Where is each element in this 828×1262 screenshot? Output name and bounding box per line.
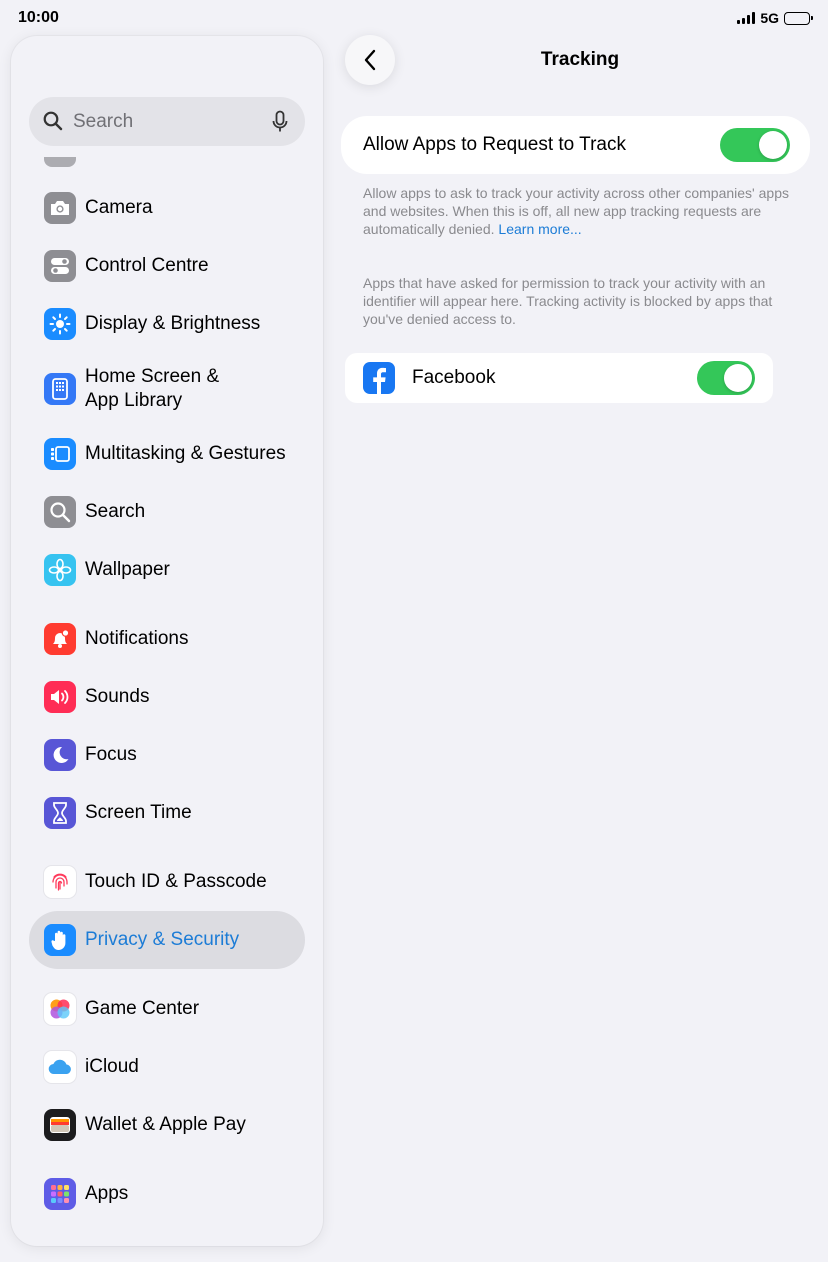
sidebar-item-label: Sounds (85, 686, 150, 707)
sidebar-item-control-centre[interactable]: Control Centre (29, 237, 305, 295)
sidebar-item-wallpaper[interactable]: Wallpaper (29, 541, 305, 599)
camera-icon (44, 192, 76, 224)
sidebar-item-notifications[interactable]: Notifications (29, 610, 305, 668)
toggle-knob (724, 364, 752, 392)
sidebar-item-home-screen[interactable]: Home Screen & App Library (29, 353, 305, 425)
facebook-tracking-toggle[interactable] (697, 361, 755, 395)
sidebar-item-label: Apps (85, 1183, 129, 1204)
sidebar-item-privacy-security[interactable]: Privacy & Security (29, 911, 305, 969)
allow-tracking-toggle[interactable] (720, 128, 790, 162)
sun-icon (44, 308, 76, 340)
network-type: 5G (760, 10, 779, 26)
flower-icon (44, 554, 76, 586)
sidebar-item-label: Wallet & Apple Pay (85, 1114, 246, 1135)
chevron-left-icon (364, 49, 376, 71)
sidebar-item-label: iCloud (85, 1056, 139, 1077)
sidebar-item-wallet[interactable]: Wallet & Apple Pay (29, 1096, 305, 1154)
page-title: Tracking (540, 49, 620, 70)
hourglass-icon (44, 797, 76, 829)
allow-tracking-footnote: Allow apps to ask to track your activity… (363, 184, 793, 238)
sidebar-item-label: Touch ID & Passcode (85, 871, 267, 892)
moon-icon (44, 739, 76, 771)
sidebar-item-touch-id[interactable]: Touch ID & Passcode (29, 853, 305, 911)
sidebar-item-label: Game Center (85, 998, 200, 1019)
game-center-icon (44, 993, 76, 1025)
sidebar-item-label: Focus (85, 744, 137, 765)
search-field[interactable]: Search (29, 97, 305, 146)
battery-icon (784, 11, 813, 25)
sidebar-item-label: Privacy & Security (85, 929, 240, 950)
sidebar-item-game-center[interactable]: Game Center (29, 980, 305, 1038)
clipped-row-icon (44, 157, 76, 167)
status-bar: 10:00 5G (0, 0, 828, 36)
sidebar-item-label-line2: App Library (85, 390, 183, 411)
signal-icon (737, 12, 756, 24)
allow-tracking-label: Allow Apps to Request to Track (363, 134, 626, 155)
apps-footnote: Apps that have asked for permission to t… (363, 275, 773, 327)
microphone-icon[interactable] (272, 110, 288, 134)
sidebar-item-label: Home Screen & (85, 366, 220, 387)
back-button[interactable] (345, 35, 395, 85)
cloud-icon (44, 1051, 76, 1083)
apps-grid-icon (44, 1178, 76, 1210)
sidebar-item-camera[interactable]: Camera (29, 179, 305, 237)
sidebar-item-multitasking[interactable]: Multitasking & Gestures (29, 425, 305, 483)
app-label: Facebook (412, 367, 496, 388)
sidebar-item-focus[interactable]: Focus (29, 726, 305, 784)
sidebar-item-label: Display & Brightness (85, 313, 261, 334)
hand-icon (44, 924, 76, 956)
sidebar-item-display-brightness[interactable]: Display & Brightness (29, 295, 305, 353)
multitasking-icon (44, 438, 76, 470)
sidebar-item-apps[interactable]: Apps (29, 1165, 305, 1223)
sidebar-item-label: Multitasking & Gestures (85, 443, 286, 464)
sidebar-item-label: Camera (85, 197, 153, 218)
status-time: 10:00 (18, 9, 59, 26)
settings-sidebar: Search Camera Control Centre Display & B… (11, 36, 323, 1246)
search-icon (43, 111, 63, 131)
sidebar-item-sounds[interactable]: Sounds (29, 668, 305, 726)
sidebar-item-label: Wallpaper (85, 559, 170, 580)
toggle-knob (759, 131, 787, 159)
magnifier-icon (44, 496, 76, 528)
sidebar-item-label: Notifications (85, 628, 189, 649)
app-row-facebook: Facebook (345, 353, 773, 403)
sidebar-item-label: Search (85, 501, 146, 522)
home-grid-icon (44, 373, 76, 405)
bell-icon (44, 623, 76, 655)
sidebar-item-label: Control Centre (85, 255, 209, 276)
sidebar-item-search[interactable]: Search (29, 483, 305, 541)
search-placeholder: Search (73, 111, 134, 132)
allow-tracking-row: Allow Apps to Request to Track (341, 116, 810, 174)
sidebar-item-label: Screen Time (85, 802, 192, 823)
fingerprint-icon (44, 866, 76, 898)
sidebar-item-icloud[interactable]: iCloud (29, 1038, 305, 1096)
wallet-icon (44, 1109, 76, 1141)
status-indicators: 5G (737, 10, 813, 26)
speaker-icon (44, 681, 76, 713)
facebook-icon (363, 362, 395, 394)
switches-icon (44, 250, 76, 282)
sidebar-item-screen-time[interactable]: Screen Time (29, 784, 305, 842)
learn-more-link[interactable]: Learn more... (498, 221, 581, 237)
